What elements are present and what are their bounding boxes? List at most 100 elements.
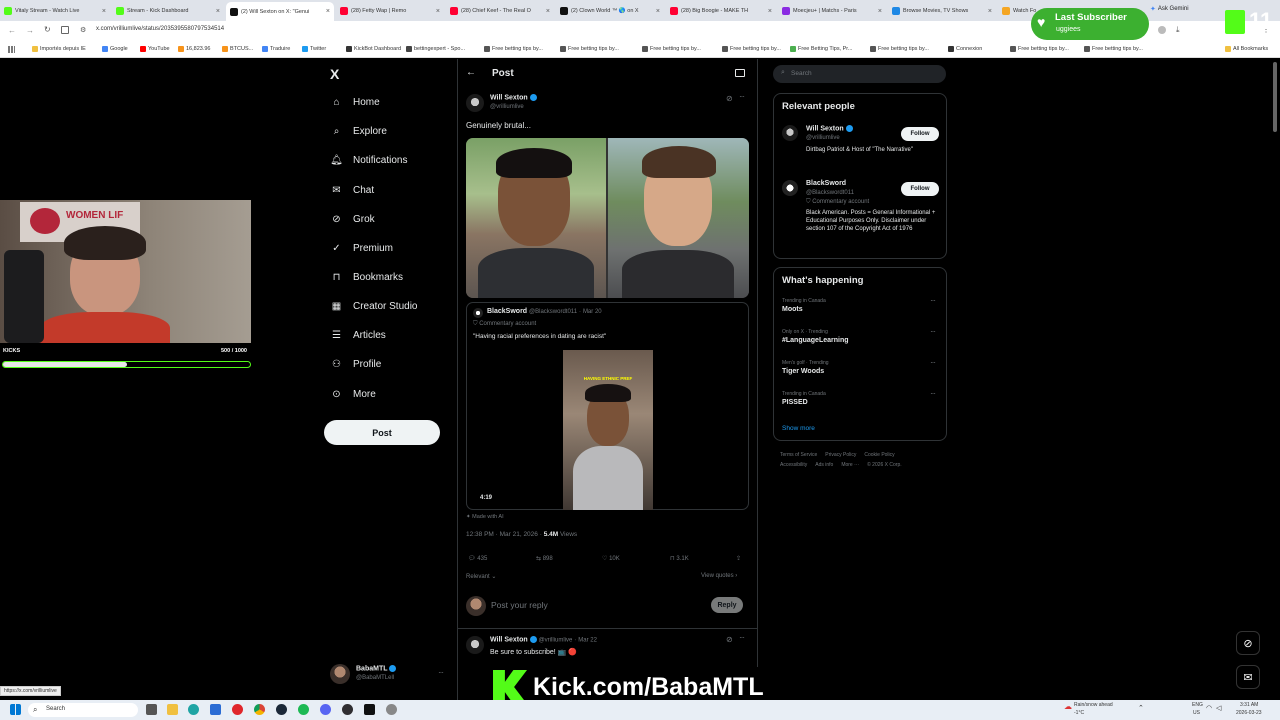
close-tab-icon[interactable]: × [216,8,220,15]
bookmark-item[interactable]: Free betting tips by... [1010,46,1069,52]
grok-analyze-icon[interactable]: ⊘ [726,94,733,103]
ask-gemini-button[interactable]: ✦ Ask Gemini [1150,5,1189,13]
footer-link[interactable]: Accessibility [780,462,807,468]
sidebar-item-chat[interactable]: ✉ Chat [330,184,374,197]
messages-float-icon[interactable]: ✉ [1236,665,1260,689]
tray-chevron-icon[interactable]: ⌃ [1138,704,1144,712]
all-bookmarks[interactable]: All Bookmarks [1225,46,1268,52]
bookmark-item[interactable]: Connexion [948,46,982,52]
windows-start-icon[interactable] [10,704,21,715]
sort-relevant[interactable]: Relevant ⌄ [466,573,496,580]
post-more-icon[interactable]: ··· [739,92,745,101]
reply-button[interactable]: Reply [711,597,743,613]
browser-tab[interactable]: Vitaly Stream - Watch Live × [0,3,110,19]
trend-more-icon[interactable]: ··· [930,296,936,305]
bookmark-item[interactable]: Twitter [302,46,326,52]
bookmark-item[interactable]: Free betting tips by... [484,46,543,52]
footer-link[interactable]: Ads info [815,462,833,468]
file-explorer-icon[interactable] [167,704,178,715]
bookmark-item[interactable]: Free betting tips by... [1084,46,1143,52]
repost-action[interactable]: ⇆ 898 [536,555,553,562]
account-more-icon[interactable]: ··· [438,668,444,677]
discord-icon[interactable] [320,704,331,715]
footer-link[interactable]: Terms of Service [780,452,817,458]
browser-tab[interactable]: (28) Chief Keef - The Real O × [446,3,554,19]
reply-grok-icon[interactable]: ⊘ [726,635,733,644]
show-more-link[interactable]: Show more [782,425,815,432]
spotify-icon[interactable] [298,704,309,715]
bookmark-item[interactable]: BTCUS... [222,46,253,52]
site-info-icon[interactable]: ⚙ [80,26,86,34]
bookmark-item[interactable]: 16,823.96 [178,46,210,52]
task-view-icon[interactable] [146,704,157,715]
capcut-icon[interactable] [364,704,375,715]
edge-icon[interactable] [188,704,199,715]
steam-icon[interactable] [276,704,287,715]
bookmark-item[interactable]: Free betting tips by... [870,46,929,52]
bookmark-item[interactable]: bettingexpert - Spo... [406,46,465,52]
sidebar-item-articles[interactable]: ☰ Articles [330,329,386,342]
sidebar-item-bookmarks[interactable]: ⊓ Bookmarks [330,271,403,284]
bookmark-item[interactable]: Free Betting Tips, Pr... [790,46,852,52]
bookmark-item[interactable]: KickBot Dashboard [346,46,401,52]
sidebar-item-creator-studio[interactable]: ▦ Creator Studio [330,300,418,313]
person-will-sexton[interactable]: Will Sexton @vrilliumlive Dirtbag Patrio… [782,123,942,165]
footer-link[interactable]: © 2026 X Corp. [867,462,902,468]
post-image-left[interactable] [466,138,606,298]
bookmark-item[interactable]: Google [102,46,128,52]
post-image-grid[interactable] [466,138,749,298]
trend-more-icon[interactable]: ··· [930,327,936,336]
footer-link[interactable]: More ··· [841,462,859,468]
bookmark-item[interactable]: Free betting tips by... [722,46,781,52]
reply-action[interactable]: 💬︎ 435 [468,555,487,562]
close-tab-icon[interactable]: × [326,8,330,15]
browser-tab[interactable]: (28) Fetty Wap | Remo × [336,3,444,19]
browser-tab[interactable]: Browse Movies, TV Shows × [888,3,996,19]
person-blacksword[interactable]: BlackSword @Blackswordt011 ⛉ Commentary … [782,178,942,258]
author-handle[interactable]: @vrilliumlive [490,104,524,110]
sidebar-item-more[interactable]: ⊙ More [330,388,376,401]
close-tab-icon[interactable]: × [546,8,550,15]
follow-button[interactable]: Follow [901,182,939,196]
footer-link[interactable]: Cookie Policy [864,452,894,458]
browser-tab[interactable]: (28) Big Boogie - MAKE TH × [666,3,776,19]
like-action[interactable]: ♡ 10K [602,555,620,562]
trend-item[interactable]: Trending in Canada PISSED ··· [782,389,940,417]
trend-item[interactable]: Trending in Canada Moots ··· [782,296,940,324]
page-scrollbar[interactable] [1273,62,1277,132]
opera-icon[interactable] [232,704,243,715]
browser-tab[interactable]: Moecjeu+ | Matchs - Paris × [778,3,886,19]
taskbar-search[interactable]: ⌕ Search [28,703,138,717]
sidebar-item-notifications[interactable]: 🔔︎ Notifications [330,154,407,167]
quoted-post[interactable]: BlackSword @Blackswordt011 · Mar 20 ⛉ Co… [466,302,749,510]
sidebar-item-grok[interactable]: ⊘ Grok [330,213,374,226]
close-tab-icon[interactable]: × [436,8,440,15]
back-icon[interactable]: ← [8,26,16,35]
author-avatar[interactable] [466,94,484,112]
account-switcher[interactable]: BabaMTL @BabaMTLell ··· [330,662,450,686]
sidebar-item-premium[interactable]: ✓ Premium [330,242,393,255]
post-image-right[interactable] [608,138,749,298]
browser-tab[interactable]: (2) Clown World ™ 🌎 on X × [556,3,664,19]
author-name[interactable]: Will Sexton [490,94,528,101]
reload-icon[interactable]: ↻ [44,25,51,34]
close-tab-icon[interactable]: × [988,8,992,15]
browser-tab[interactable]: Stream - Kick Dashboard × [112,3,224,19]
trend-item[interactable]: Men's golf · Trending Tiger Woods ··· [782,358,940,386]
sidebar-item-profile[interactable]: ⚇ Profile [330,358,381,371]
sidebar-item-explore[interactable]: ⌕ Explore [330,125,387,138]
quoted-video[interactable]: HAVING ETHNIC PREF [563,350,653,510]
close-tab-icon[interactable]: × [102,8,106,15]
search-box[interactable]: ⌕ Search [773,65,946,83]
reply-more-icon[interactable]: ··· [739,633,745,642]
footer-link[interactable]: Privacy Policy [825,452,856,458]
post-button[interactable]: Post [324,420,440,445]
trend-item[interactable]: Only on X · Trending #LanguageLearning ··· [782,327,940,355]
chrome-icon[interactable] [254,704,265,715]
view-quotes-link[interactable]: View quotes › [701,573,737,579]
settings-icon[interactable] [386,704,397,715]
reader-view-icon[interactable] [735,69,745,77]
reply-post[interactable]: Will Sexton @vrilliumlive · Mar 22 ⊘ ···… [466,633,749,664]
grok-float-icon[interactable]: ⊘ [1236,631,1260,655]
follow-button[interactable]: Follow [901,127,939,141]
